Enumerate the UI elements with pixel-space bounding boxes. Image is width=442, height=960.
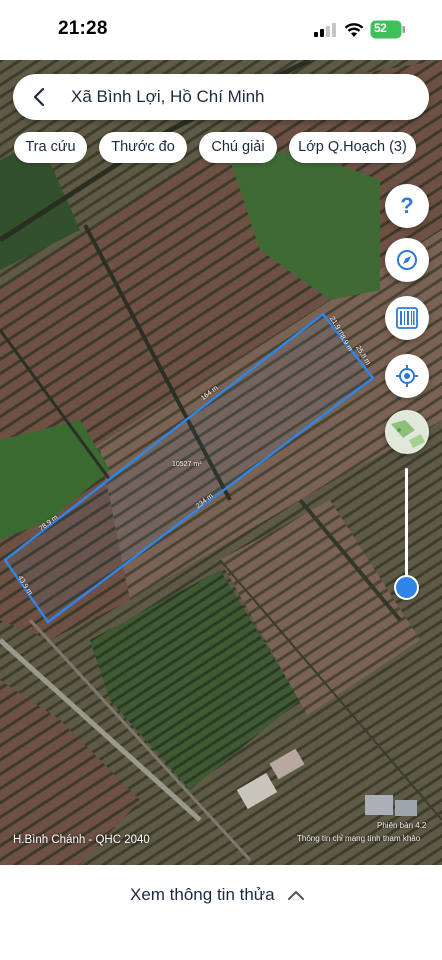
zoom-slider-track[interactable] [405,468,408,586]
barcode-icon [396,307,418,329]
battery-level: 52 [374,21,387,35]
help-icon: ? [400,193,414,218]
compass-button[interactable] [385,238,429,282]
disclaimer-label: Thông tin chỉ mang tính tham khảo [297,834,421,843]
view-parcel-info-button[interactable]: Xem thông tin thửa [130,885,275,905]
locate-me-button[interactable] [385,354,429,398]
compass-icon [397,250,417,270]
satellite-map[interactable]: 21.9 m 8.9 m 25.8 m 164 m 234 m 78.9 m 4… [0,60,442,865]
search-location-text[interactable]: Xã Bình Lợi, Hồ Chí Minh [71,87,265,107]
chip-legend[interactable]: Chú giải [199,132,277,163]
status-time: 21:28 [58,18,108,39]
map-terrain [0,60,442,865]
search-bar[interactable]: Xã Bình Lợi, Hồ Chí Minh [13,74,429,120]
back-arrow-icon[interactable] [29,86,51,108]
parcel-area-label: 10527 m² [172,461,202,468]
cellular-signal-icon [314,23,336,37]
chip-measure[interactable]: Thước đo [99,132,187,163]
parcel-info-panel[interactable]: Xem thông tin thửa [0,865,442,960]
help-button[interactable]: ? [385,184,429,228]
status-bar: 21:28 52 [0,0,442,60]
chip-planning-layers[interactable]: Lớp Q.Hoạch (3) [289,132,416,163]
wifi-icon [344,23,364,37]
zoom-slider-thumb[interactable] [394,575,419,600]
chip-lookup[interactable]: Tra cứu [14,132,87,163]
map-layer-thumbnail-icon [386,411,428,453]
map-layer-button[interactable] [385,410,429,454]
planning-region-label: H.Bình Chánh - QHC 2040 [13,834,150,846]
barcode-scan-button[interactable] [385,296,429,340]
locate-icon [396,365,418,387]
version-label: Phiên bản 4.2 [377,821,427,830]
chevron-up-icon[interactable] [287,889,305,901]
